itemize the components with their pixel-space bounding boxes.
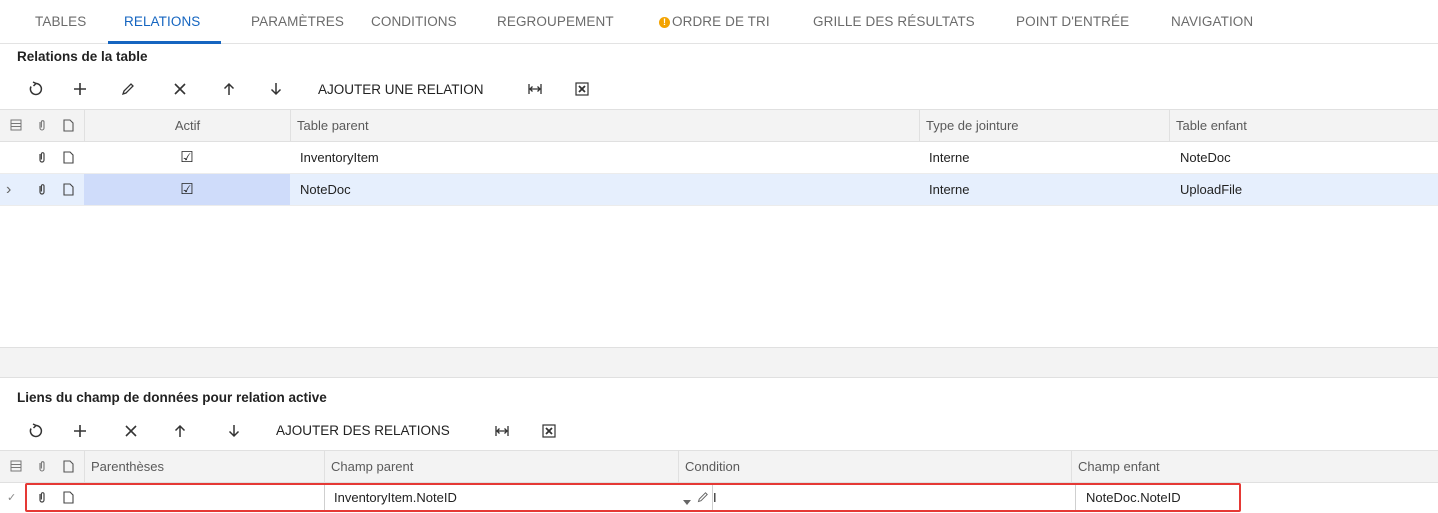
file-icon[interactable] (63, 491, 74, 507)
row-edit-indicator: ✓ (7, 492, 17, 504)
row-expand-indicator: › (6, 181, 12, 198)
add-relations-button[interactable]: AJOUTER DES RELATIONS (276, 423, 450, 438)
tab-navigation[interactable]: NAVIGATION (1171, 14, 1253, 29)
fit-columns-icon (495, 426, 509, 436)
table-row-editing[interactable]: ✓ InventoryItem.NoteID I NoteDoc.NoteID (0, 483, 1438, 513)
tab-parametres[interactable]: PARAMÈTRES (251, 14, 344, 29)
relations-grid-header: Actif Table parent Type de jointure Tabl… (0, 109, 1438, 142)
file-icon[interactable] (63, 183, 74, 199)
arrow-up-icon (174, 424, 186, 437)
add-row-button[interactable] (68, 77, 92, 101)
cell-parentheses[interactable] (88, 483, 94, 512)
delete-button[interactable] (168, 77, 192, 101)
column-header-condition[interactable]: Condition (678, 451, 1071, 482)
relations-section-title: Relations de la table (17, 49, 148, 64)
cell-table-enfant[interactable]: UploadFile (1174, 174, 1242, 205)
paperclip-icon[interactable] (37, 183, 47, 199)
cell-table-enfant[interactable]: NoteDoc (1174, 142, 1231, 173)
arrow-down-icon (270, 83, 282, 96)
warning-icon: ! (659, 17, 670, 28)
tab-point-d-entree[interactable]: POINT D'ENTRÉE (1016, 14, 1129, 29)
export-excel-button[interactable] (570, 77, 594, 101)
file-icon (63, 119, 74, 135)
column-header-type-de-jointure[interactable]: Type de jointure (919, 110, 1169, 141)
paperclip-icon (37, 119, 47, 135)
move-down-button[interactable] (264, 77, 288, 101)
close-icon (125, 425, 137, 437)
paperclip-icon (37, 460, 47, 476)
close-icon (174, 83, 186, 95)
refresh-icon (29, 81, 43, 96)
edit-button[interactable] (116, 77, 140, 101)
file-icon[interactable] (63, 151, 74, 167)
delete-button[interactable] (119, 419, 143, 443)
fit-columns-button[interactable] (490, 419, 514, 443)
tab-grille-des-resultats[interactable]: GRILLE DES RÉSULTATS (813, 14, 975, 29)
active-tab-indicator (108, 41, 221, 44)
paperclip-icon[interactable] (37, 491, 47, 507)
settings-grid-icon[interactable] (10, 460, 22, 475)
tab-regroupement[interactable]: REGROUPEMENT (497, 14, 614, 29)
move-down-button[interactable] (222, 419, 246, 443)
tab-bar: TABLES RELATIONS PARAMÈTRES CONDITIONS R… (0, 0, 1438, 44)
column-header-table-parent[interactable]: Table parent (290, 110, 919, 141)
cell-divider (324, 485, 325, 510)
refresh-button[interactable] (24, 419, 48, 443)
refresh-icon (29, 423, 43, 438)
cell-condition[interactable]: I (713, 483, 717, 512)
pencil-icon[interactable] (697, 491, 709, 506)
links-grid-header: Parenthèses Champ parent Condition Champ… (0, 450, 1438, 483)
column-header-actif[interactable]: Actif (84, 110, 290, 141)
move-up-button[interactable] (217, 77, 241, 101)
cell-divider (712, 485, 713, 510)
arrow-down-icon (228, 425, 240, 438)
cell-table-parent[interactable]: NoteDoc (294, 174, 351, 205)
section-splitter[interactable] (0, 347, 1438, 378)
paperclip-icon[interactable] (37, 151, 47, 167)
add-row-button[interactable] (68, 419, 92, 443)
tab-tables[interactable]: TABLES (35, 14, 86, 29)
tab-conditions[interactable]: CONDITIONS (371, 14, 457, 29)
cell-champ-enfant[interactable]: NoteDoc.NoteID (1080, 483, 1181, 512)
excel-icon (542, 424, 556, 438)
column-header-parentheses[interactable]: Parenthèses (84, 451, 324, 482)
actif-checkbox[interactable]: ☑ (84, 142, 290, 173)
export-excel-button[interactable] (537, 419, 561, 443)
file-icon (63, 460, 74, 476)
tab-ordre-de-tri-label: ORDRE DE TRI (672, 14, 770, 29)
refresh-button[interactable] (24, 77, 48, 101)
add-relation-button[interactable]: AJOUTER UNE RELATION (318, 82, 484, 97)
actif-checkbox[interactable]: ☑ (84, 174, 290, 205)
pencil-icon (121, 83, 134, 96)
plus-icon (74, 425, 86, 437)
plus-icon (74, 83, 86, 95)
column-header-table-enfant[interactable]: Table enfant (1169, 110, 1438, 141)
cell-table-parent[interactable]: InventoryItem (294, 142, 379, 173)
arrow-up-icon (223, 82, 235, 95)
cell-divider (1075, 485, 1076, 510)
cell-type-de-jointure[interactable]: Interne (923, 142, 969, 173)
table-row-selected[interactable]: › ☑ NoteDoc Interne UploadFile (0, 174, 1438, 206)
excel-icon (575, 82, 589, 96)
column-header-champ-enfant[interactable]: Champ enfant (1071, 451, 1438, 482)
tab-relations[interactable]: RELATIONS (124, 14, 200, 29)
settings-grid-icon[interactable] (10, 119, 22, 134)
column-header-champ-parent[interactable]: Champ parent (324, 451, 678, 482)
fit-columns-icon (528, 84, 542, 94)
move-up-button[interactable] (168, 419, 192, 443)
cell-type-de-jointure[interactable]: Interne (923, 174, 969, 205)
links-section-title: Liens du champ de données pour relation … (17, 390, 327, 405)
fit-columns-button[interactable] (523, 77, 547, 101)
table-row[interactable]: ☑ InventoryItem Interne NoteDoc (0, 142, 1438, 174)
dropdown-arrow-icon[interactable] (683, 494, 691, 509)
tab-ordre-de-tri[interactable]: ! ORDRE DE TRI (659, 14, 770, 29)
cell-champ-parent[interactable]: InventoryItem.NoteID (328, 483, 457, 512)
